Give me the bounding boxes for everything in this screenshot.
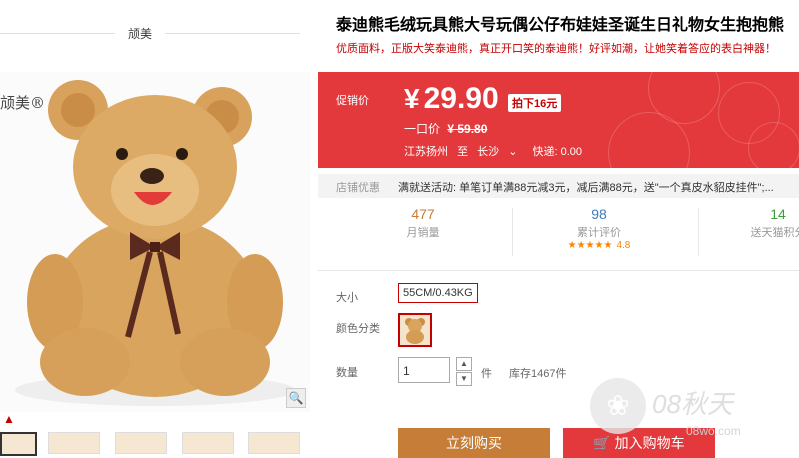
price-panel: 促销价 ¥29.90 拍下16元 一口价 ¥ 59.80 江苏扬州 至 长沙 ⌄… xyxy=(318,72,799,168)
quantity-unit: 件 xyxy=(481,368,492,380)
magnifier-icon[interactable]: 🔍 xyxy=(286,388,306,408)
rating-value: 4.8 xyxy=(616,240,631,251)
main-product-image[interactable]: 颃美® 🔍 xyxy=(0,72,310,412)
monthly-sales: 477 月销量 xyxy=(388,206,458,240)
increase-button[interactable]: ▲ xyxy=(456,357,472,371)
buy-now-button[interactable]: 立刻购买 xyxy=(398,428,550,458)
watermark-text: 08秋天 xyxy=(652,389,733,419)
shop-name[interactable]: 颃美 xyxy=(128,25,152,42)
watermark-url: 08wo.com xyxy=(686,424,741,438)
teddy-thumbnail-icon xyxy=(405,318,425,344)
ship-to-word: 至 xyxy=(457,146,469,158)
product-subtitle: 优质面料，正版大笑泰迪熊，真正开口笑的泰迪熊！好评如潮，让她笑着答应的表白神器！ xyxy=(336,43,776,55)
current-price: ¥29.90 xyxy=(404,82,499,116)
divider xyxy=(318,270,799,271)
original-price-label: 一口价 xyxy=(404,122,441,136)
product-gallery: 颃美 颃美® 🔍 ▲ xyxy=(0,0,312,456)
color-option[interactable] xyxy=(398,313,432,347)
decor-circle xyxy=(748,122,799,168)
price-value: 29.90 xyxy=(423,82,499,115)
divider xyxy=(698,208,699,256)
size-label: 大小 xyxy=(336,292,358,304)
sales-stats: 477 月销量 98 累计评价 ★★★★★4.8 14 送天猫积分 xyxy=(318,200,799,262)
shop-bar: 颃美 xyxy=(0,18,300,48)
divider xyxy=(165,33,300,34)
size-option[interactable]: 55CM/0.43KG xyxy=(398,283,478,303)
stat-number: 98 xyxy=(591,206,607,222)
thumbnail[interactable] xyxy=(182,432,234,454)
chevron-down-icon: ⌄ xyxy=(508,146,518,158)
thumbnail[interactable] xyxy=(0,432,37,456)
site-watermark: ❀ 08秋天 08wo.com xyxy=(590,372,799,452)
shipping-row: 江苏扬州 至 长沙 ⌄ 快递: 0.00 xyxy=(404,143,588,159)
promotion-label: 店铺优惠 xyxy=(336,182,380,194)
logo-icon: ❀ xyxy=(590,378,646,434)
stat-label: 月销量 xyxy=(406,227,440,239)
tmall-points: 14 送天猫积分 xyxy=(743,206,799,240)
original-price: ¥ 59.80 xyxy=(447,122,488,136)
thumbnail[interactable] xyxy=(115,432,167,454)
teddy-bear-image xyxy=(0,72,310,412)
divider xyxy=(512,208,513,256)
stat-label: 送天猫积分 xyxy=(750,227,799,239)
thumbnail[interactable] xyxy=(48,432,100,454)
stat-number: 477 xyxy=(411,206,435,222)
shipping-fee: 快递: 0.00 xyxy=(532,146,582,158)
total-reviews[interactable]: 98 累计评价 ★★★★★ 4.8 xyxy=(559,206,639,251)
thumbnail[interactable] xyxy=(248,432,300,454)
quantity-label: 数量 xyxy=(336,367,358,379)
divider xyxy=(0,33,115,34)
color-label: 颜色分类 xyxy=(336,323,380,335)
quantity-input[interactable]: 1 xyxy=(398,357,450,383)
shop-promotion-bar: 店铺优惠 满就送活动: 单笔订单满88元减3元，减后满88元，送"一个真皮水貂皮… xyxy=(318,174,799,198)
rating-stars: ★★★★★ 4.8 xyxy=(559,240,639,251)
discount-badge: 拍下16元 xyxy=(508,94,562,112)
destination-select[interactable]: 长沙 ⌄ xyxy=(477,146,523,158)
thumbnail-strip xyxy=(0,418,312,456)
destination-value: 长沙 xyxy=(477,146,500,158)
promo-price-label: 促销价 xyxy=(336,95,369,107)
currency-symbol: ¥ xyxy=(404,83,420,114)
stock-count: 库存1467件 xyxy=(509,368,567,380)
decrease-button[interactable]: ▼ xyxy=(456,372,472,386)
star-icons: ★★★★★ xyxy=(567,240,613,251)
product-title: 泰迪熊毛绒玩具熊大号玩偶公仔布娃娃圣诞生日礼物女生抱抱熊 xyxy=(336,17,785,34)
stat-label: 累计评价 xyxy=(577,227,621,239)
promotion-text[interactable]: 满就送活动: 单笔订单满88元减3元，减后满88元，送"一个真皮水貂皮挂件";.… xyxy=(398,179,774,195)
stat-number: 14 xyxy=(770,206,786,222)
original-price-row: 一口价 ¥ 59.80 xyxy=(404,120,487,137)
ship-from: 江苏扬州 xyxy=(404,146,448,158)
brand-watermark: 颃美® xyxy=(0,94,46,112)
